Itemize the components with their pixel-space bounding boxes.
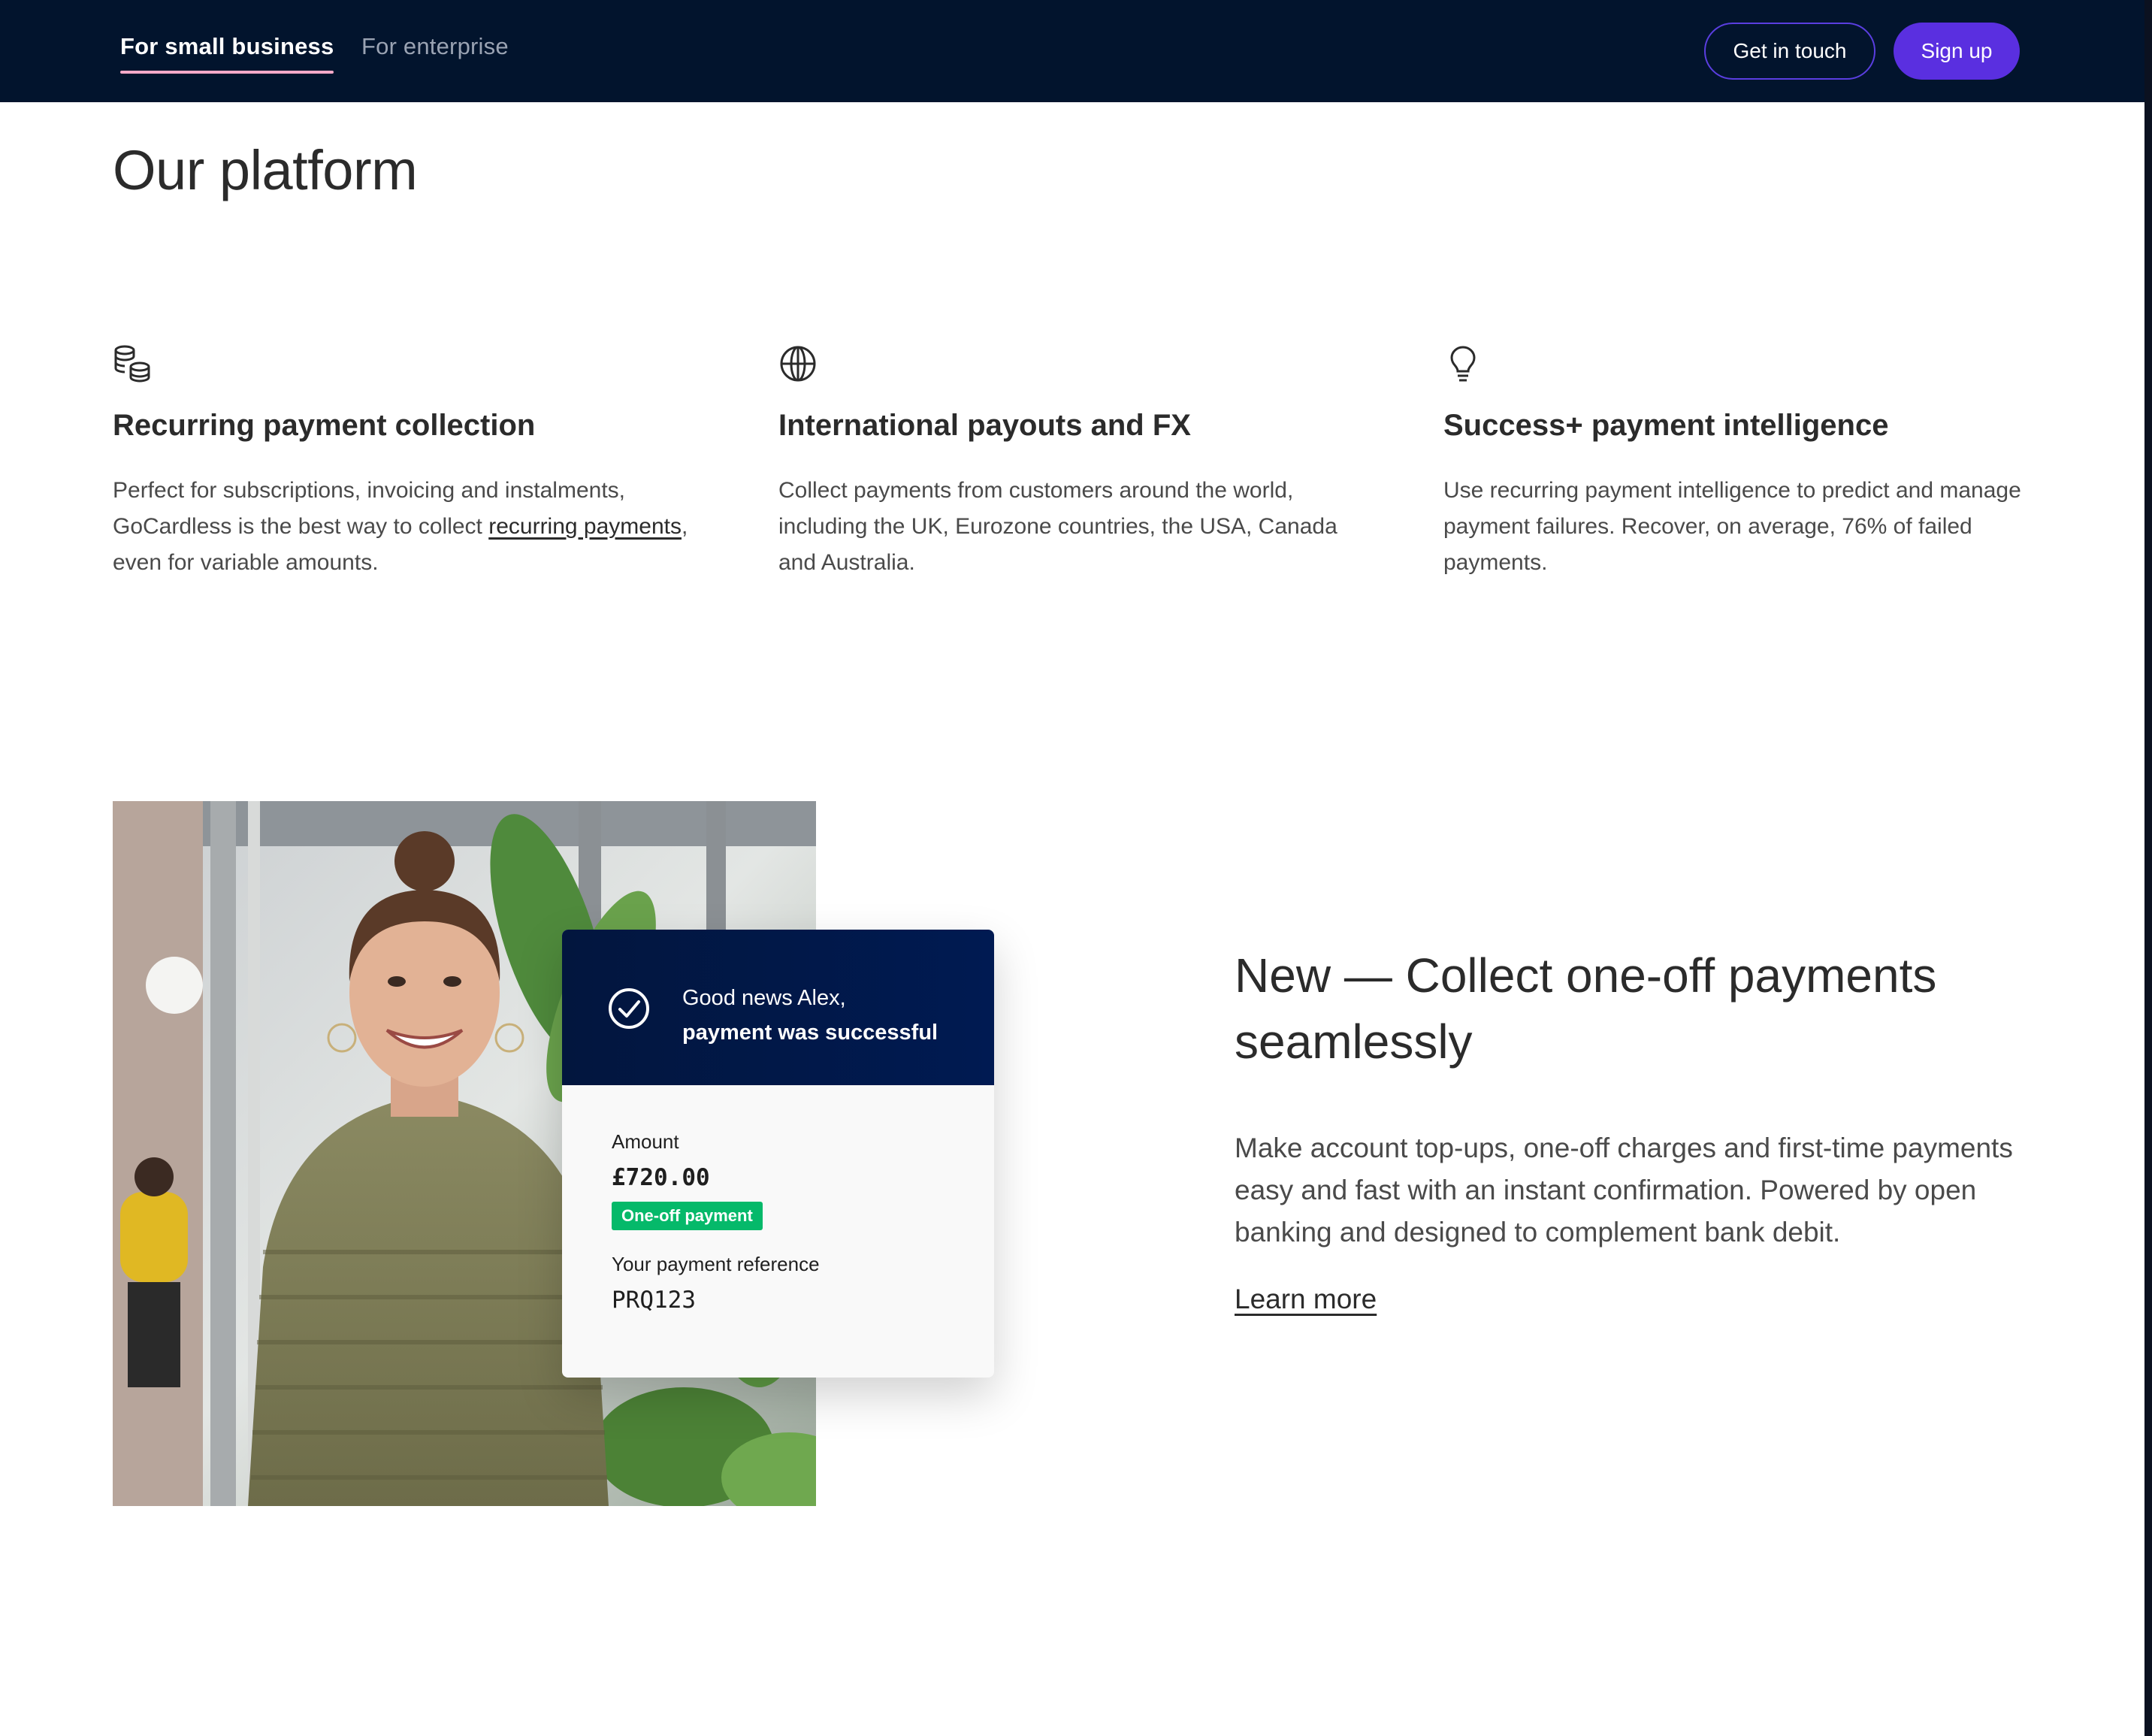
tab-small-business[interactable]: For small business	[120, 33, 334, 74]
feature-title: Recurring payment collection	[113, 409, 536, 442]
feature-recurring-payments: Recurring payment collection Perfect for…	[113, 344, 699, 581]
feature-title: Success+ payment intelligence	[1443, 409, 1889, 442]
globe-icon	[780, 346, 816, 382]
status-line: payment was successful	[682, 1021, 938, 1045]
greeting-line: Good news Alex,	[682, 986, 846, 1010]
feature-title: International payouts and FX	[778, 409, 1191, 442]
sign-up-button[interactable]: Sign up	[1894, 23, 2020, 80]
lightbulb-icon	[1450, 346, 1476, 382]
promo-description: Make account top-ups, one-off charges an…	[1235, 1133, 2013, 1248]
top-navigation: For small business For enterprise Get in…	[0, 0, 2144, 102]
feature-success-plus: Success+ payment intelligence Use recurr…	[1443, 344, 2030, 581]
section-title: Our platform	[113, 139, 418, 201]
amount-label: Amount	[612, 1130, 679, 1153]
feature-description: Collect payments from customers around t…	[778, 478, 1337, 575]
card-greeting: Good news Alex, payment was successful	[682, 981, 938, 1050]
feature-international-payouts: International payouts and FX Collect pay…	[778, 344, 1365, 581]
coins-icon	[114, 345, 150, 383]
scrollbar[interactable]	[2144, 0, 2152, 1736]
amount-value: £720.00	[612, 1164, 710, 1191]
promo-title: New — Collect one-off payments seamlessl…	[1235, 948, 1937, 1069]
feature-description: Use recurring payment intelligence to pr…	[1443, 478, 2021, 575]
card-header: Good news Alex, payment was successful	[562, 930, 994, 1085]
payment-confirmation-card: Good news Alex, payment was successful A…	[562, 930, 994, 1378]
feature-description: Perfect for subscriptions, invoicing and…	[113, 473, 699, 581]
get-in-touch-button[interactable]: Get in touch	[1704, 23, 1875, 80]
page: For small business For enterprise Get in…	[0, 0, 2152, 1736]
tab-enterprise[interactable]: For enterprise	[361, 33, 509, 60]
status-badge: One-off payment	[612, 1202, 763, 1230]
check-circle-icon	[609, 988, 649, 1029]
reference-value: PRQ123	[612, 1287, 696, 1314]
learn-more-link[interactable]: Learn more	[1235, 1284, 1377, 1315]
recurring-payments-link[interactable]: recurring payments	[488, 514, 682, 539]
one-off-payments-promo: New — Collect one-off payments seamlessl…	[1235, 942, 2031, 1315]
reference-label: Your payment reference	[612, 1253, 820, 1275]
card-body: Amount £720.00 One-off payment Your paym…	[562, 1085, 994, 1314]
